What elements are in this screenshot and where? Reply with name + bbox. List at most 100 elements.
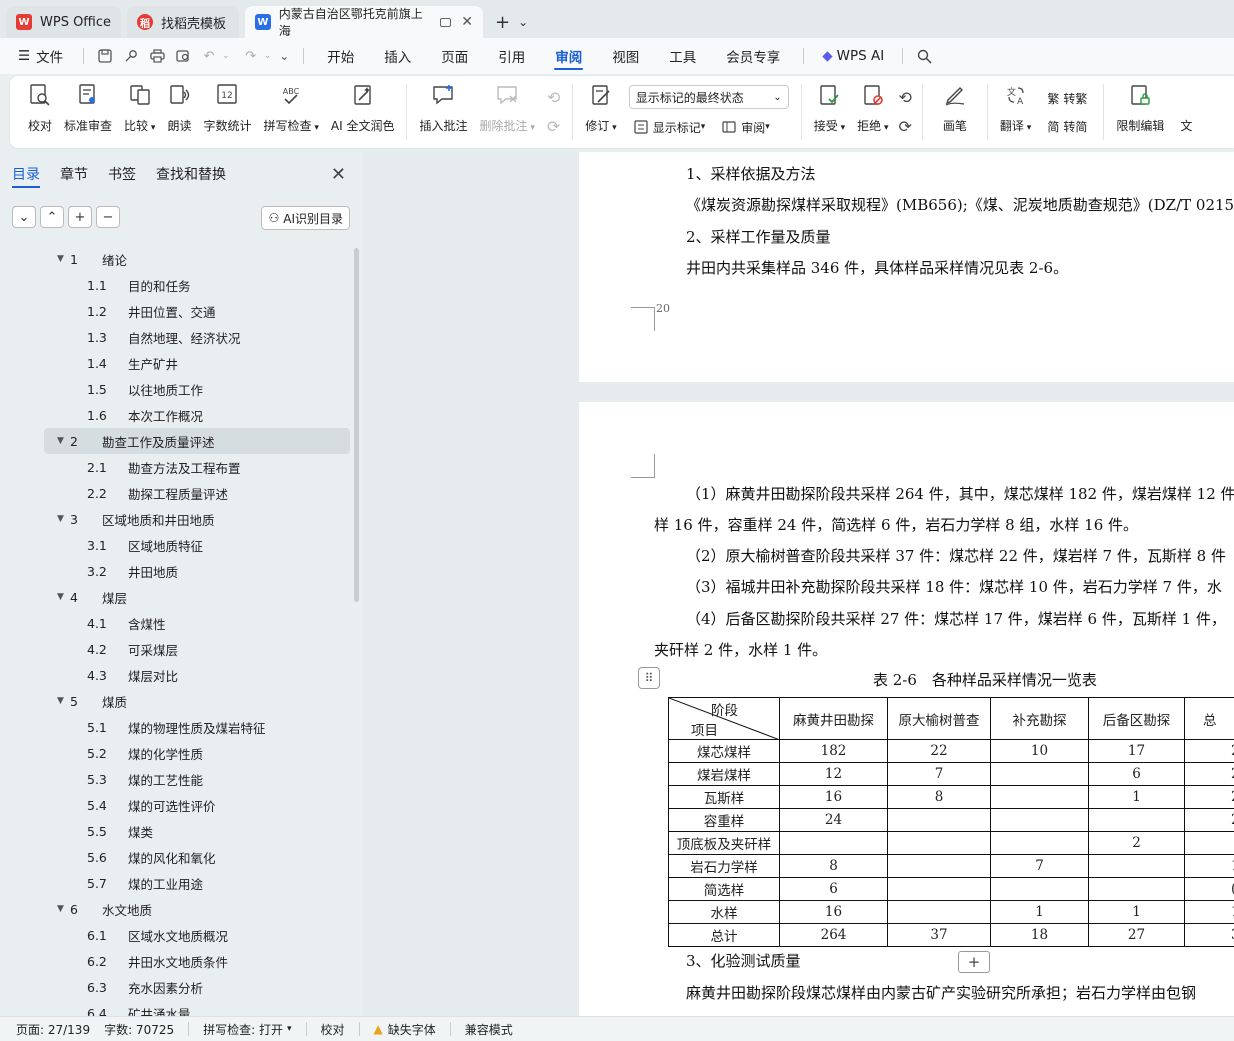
page-indicator[interactable]: 页面: 27/139 (16, 1021, 90, 1038)
toc-section-item[interactable]: 5.6 煤的风化和氧化 (0, 844, 360, 870)
tab-toc[interactable]: 目录 (12, 152, 40, 196)
collapse-triangle-icon[interactable]: ▼ (57, 904, 64, 914)
toc-section-item[interactable]: 5.1 煤的物理性质及煤岩特征 (0, 714, 360, 740)
collapse-triangle-icon[interactable]: ▼ (57, 514, 64, 524)
document-partial-button[interactable]: 文 (1170, 76, 1198, 148)
toc-section-item[interactable]: 1.6 本次工作概况 (0, 402, 360, 428)
toc-chapter-item[interactable]: ▼ 3 区域地质和井田地质 (0, 506, 360, 532)
to-simplified-button[interactable]: 简 转简 (1043, 114, 1091, 138)
standard-review-button[interactable]: 标准审查 (58, 76, 118, 148)
expand-down-icon[interactable]: ⌄ (12, 206, 36, 228)
chevron-down-icon[interactable]: ⌄ (222, 51, 230, 61)
proofread-button[interactable]: 校对 (10, 76, 58, 148)
review-pane-button[interactable]: 审阅 ▾ (717, 115, 774, 139)
tab-find-replace[interactable]: 查找和替换 (156, 152, 226, 196)
toc-chapter-item[interactable]: ▼ 1 绪论 (0, 246, 360, 272)
monitor-icon[interactable] (439, 17, 452, 27)
markup-state-select[interactable]: 显示标记的最终状态 ⌄ (628, 85, 789, 109)
print-preview-icon[interactable] (175, 48, 191, 64)
proofread-status[interactable]: 校对 (321, 1021, 345, 1038)
insert-comment-button[interactable]: 插入批注 (413, 76, 473, 148)
toc-section-item[interactable]: 1.1 目的和任务 (0, 272, 360, 298)
next-comment-icon[interactable]: ⟳ (547, 117, 560, 136)
tab-docer[interactable]: 稻 找稻壳模板 (127, 6, 240, 38)
table-move-handle[interactable]: ⠿ (638, 667, 660, 689)
reject-button[interactable]: 拒绝 ▾ (851, 76, 894, 148)
delete-comment-button[interactable]: 删除批注 ▾ (473, 76, 540, 148)
toc-section-item[interactable]: 6.3 充水因素分析 (0, 974, 360, 1000)
collapse-triangle-icon[interactable]: ▼ (57, 592, 64, 602)
menu-page[interactable]: 页面 (426, 38, 483, 74)
print-icon[interactable] (149, 48, 165, 64)
spell-check-toggle[interactable]: 拼写检查: 打开 ▾ (203, 1021, 291, 1038)
toc-section-item[interactable]: 1.4 生产矿井 (0, 350, 360, 376)
add-heading-icon[interactable]: + (68, 206, 92, 228)
wps-ai-button[interactable]: ◆ WPS AI (812, 38, 894, 74)
menu-view[interactable]: 视图 (597, 38, 654, 74)
toc-section-item[interactable]: 1.3 自然地理、经济状况 (0, 324, 360, 350)
to-traditional-button[interactable]: 繁 转繁 (1043, 86, 1091, 110)
collapse-triangle-icon[interactable]: ▼ (57, 696, 64, 706)
word-count-indicator[interactable]: 字数: 70725 (104, 1021, 174, 1038)
toc-section-item[interactable]: 4.1 含煤性 (0, 610, 360, 636)
translate-button[interactable]: 文A 翻译 ▾ (994, 76, 1037, 148)
restrict-edit-button[interactable]: 限制编辑 (1110, 76, 1170, 148)
search-icon[interactable] (916, 48, 932, 64)
toc-section-item[interactable]: 4.2 可采煤层 (0, 636, 360, 662)
collapse-triangle-icon[interactable]: ▼ (57, 436, 64, 446)
tab-sections[interactable]: 章节 (60, 152, 88, 196)
menu-review[interactable]: 审阅 (540, 38, 597, 74)
toc-section-item[interactable]: 6.2 井田水文地质条件 (0, 948, 360, 974)
add-row-button[interactable]: + (958, 951, 990, 973)
next-change-icon[interactable]: ⟳ (899, 117, 912, 136)
toc-section-item[interactable]: 2.1 勘查方法及工程布置 (0, 454, 360, 480)
tab-document[interactable]: W 内蒙古自治区鄂托克前旗上海 ✕ (245, 6, 484, 38)
missing-font-button[interactable]: ▲ 缺失字体 (374, 1021, 436, 1038)
toc-section-item[interactable]: 5.5 煤类 (0, 818, 360, 844)
toc-section-item[interactable]: 3.1 区域地质特征 (0, 532, 360, 558)
close-icon[interactable]: ✕ (461, 14, 473, 30)
track-changes-button[interactable]: 修订 ▾ (579, 76, 622, 148)
collapse-triangle-icon[interactable]: ▼ (57, 254, 64, 264)
toc-section-item[interactable]: 4.3 煤层对比 (0, 662, 360, 688)
read-aloud-button[interactable]: 朗读 (161, 76, 197, 148)
previous-change-icon[interactable]: ⟲ (899, 88, 912, 107)
menu-member[interactable]: 会员专享 (711, 38, 795, 74)
toc-section-item[interactable]: 5.3 煤的工艺性能 (0, 766, 360, 792)
menu-start[interactable]: 开始 (312, 38, 369, 74)
toc-chapter-item[interactable]: ▼ 2 勘查工作及质量评述 (44, 428, 350, 454)
more-chevron-icon[interactable]: ⌄ (279, 49, 289, 63)
previous-comment-icon[interactable]: ⟲ (547, 88, 560, 107)
toc-section-item[interactable]: 5.4 煤的可选性评价 (0, 792, 360, 818)
key-icon[interactable] (123, 48, 139, 64)
toc-section-item[interactable]: 1.2 井田位置、交通 (0, 298, 360, 324)
chevron-down-icon[interactable]: ⌄ (264, 51, 272, 61)
toc-chapter-item[interactable]: ▼ 5 煤质 (0, 688, 360, 714)
menu-insert[interactable]: 插入 (369, 38, 426, 74)
word-count-button[interactable]: 12 字数统计 (197, 76, 257, 148)
show-markup-button[interactable]: 显示标记 ▾ (629, 115, 710, 139)
ai-polish-button[interactable]: AI 全文润色 (325, 76, 401, 148)
collapse-up-icon[interactable]: ⌃ (40, 206, 64, 228)
close-icon[interactable]: ✕ (331, 164, 346, 185)
spell-check-button[interactable]: ABC 拼写检查 ▾ (257, 76, 324, 148)
tab-bookmarks[interactable]: 书签 (108, 152, 136, 196)
toc-section-item[interactable]: 2.2 勘探工程质量评述 (0, 480, 360, 506)
tab-wps-office[interactable]: W WPS Office (6, 6, 122, 38)
new-tab-button[interactable]: + (495, 12, 510, 33)
toc-section-item[interactable]: 5.7 煤的工业用途 (0, 870, 360, 896)
compare-button[interactable]: 比较 ▾ (118, 76, 161, 148)
menu-tools[interactable]: 工具 (654, 38, 711, 74)
toc-section-item[interactable]: 6.1 区域水文地质概况 (0, 922, 360, 948)
redo-icon[interactable]: ↷ (243, 48, 259, 64)
toc-section-item[interactable]: 5.2 煤的化学性质 (0, 740, 360, 766)
toc-section-item[interactable]: 3.2 井田地质 (0, 558, 360, 584)
toc-section-item[interactable]: 1.5 以往地质工作 (0, 376, 360, 402)
remove-heading-icon[interactable]: − (96, 206, 120, 228)
save-icon[interactable] (97, 48, 113, 64)
document-canvas[interactable]: 1、采样依据及方法 《煤炭资源勘探煤样采取规程》(MB656);《煤、泥炭地质勘… (363, 152, 1234, 1016)
undo-icon[interactable]: ↶ (201, 48, 217, 64)
chevron-down-icon[interactable]: ⌄ (518, 15, 528, 29)
toc-chapter-item[interactable]: ▼ 4 煤层 (0, 584, 360, 610)
toc-scrollbar[interactable] (354, 248, 359, 602)
